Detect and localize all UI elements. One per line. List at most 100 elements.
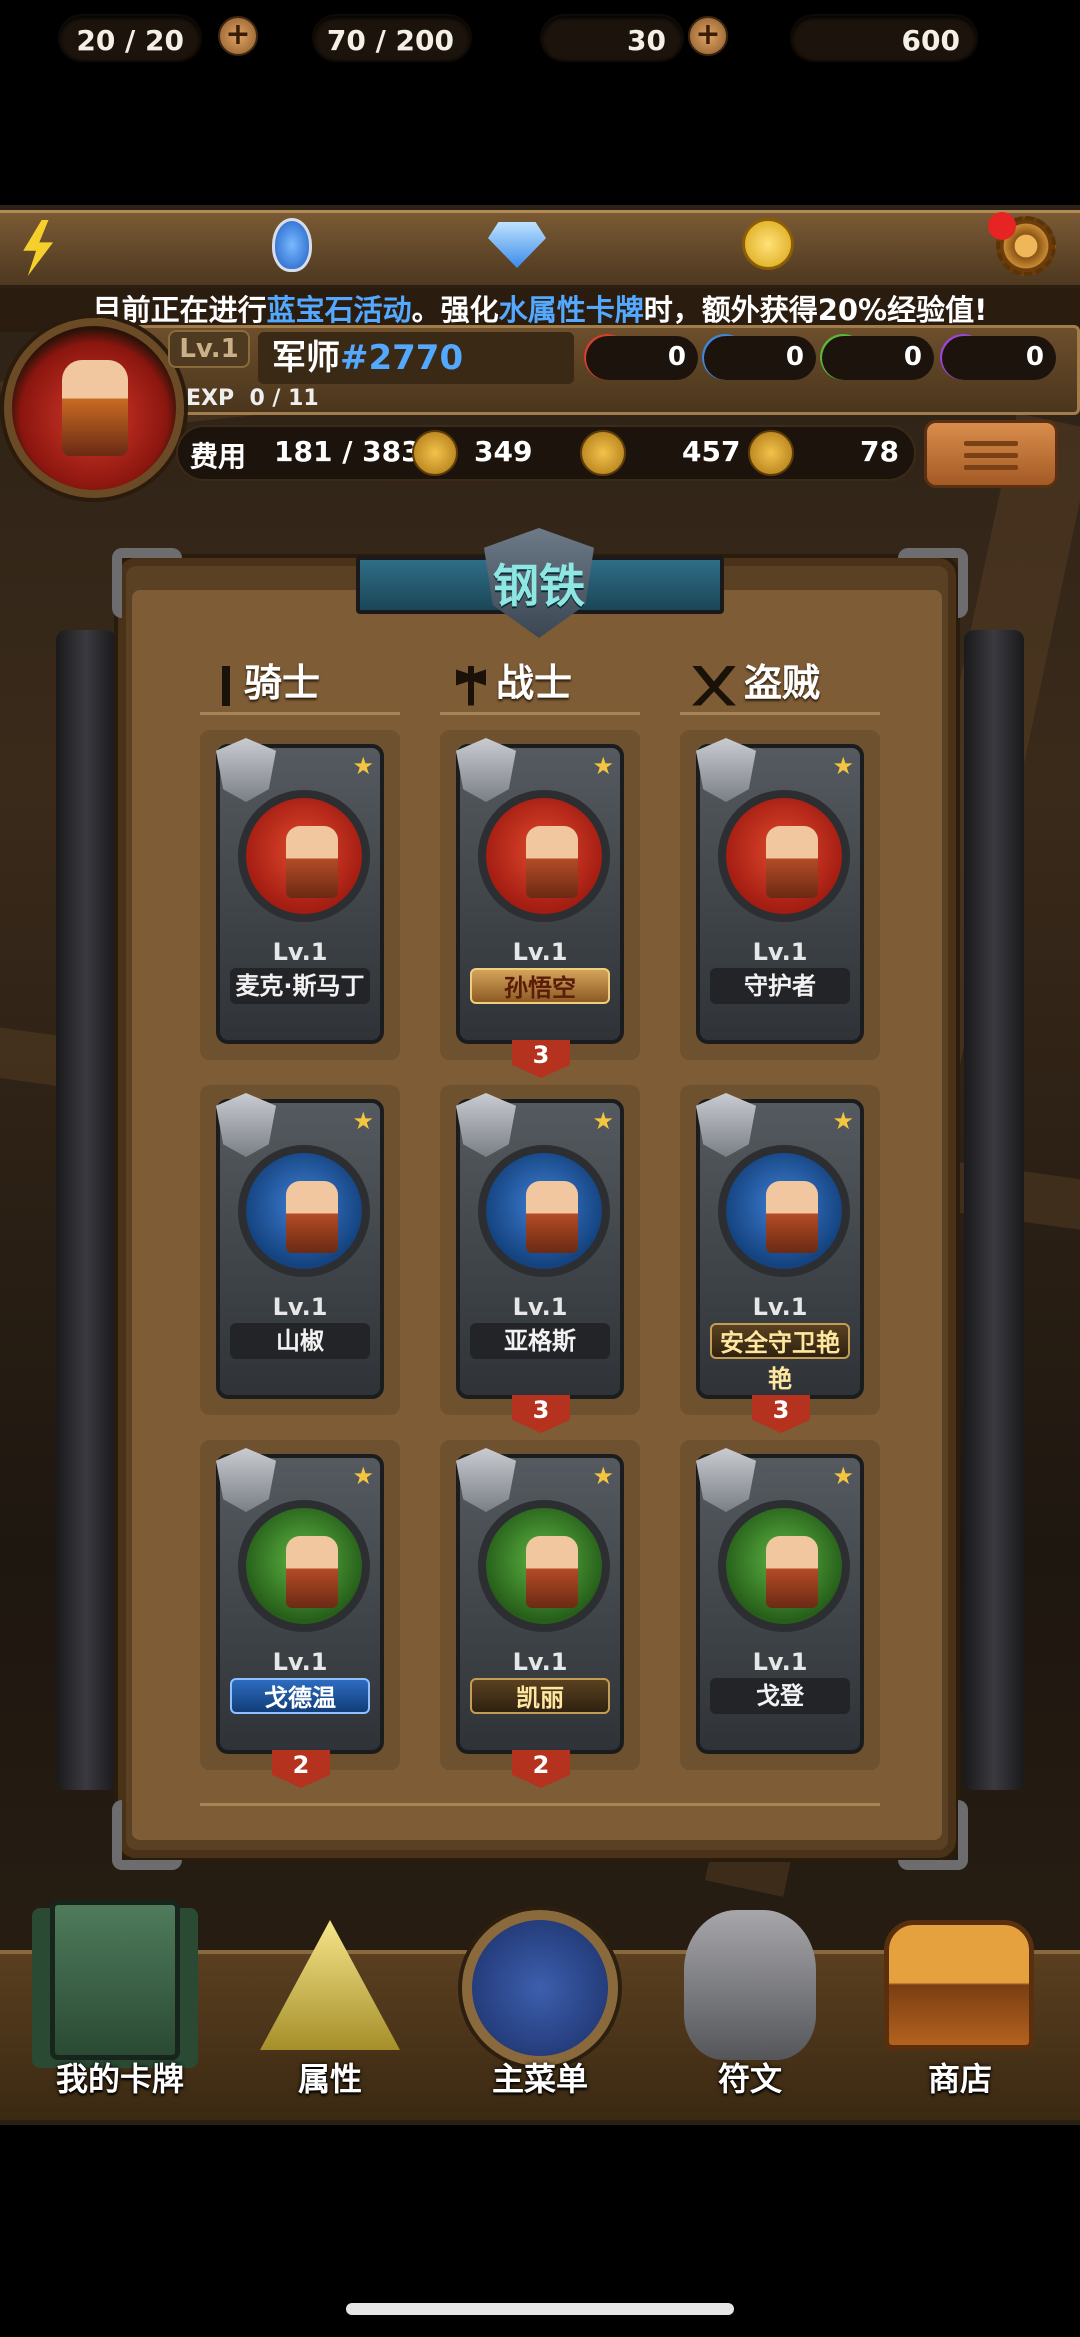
card-slot[interactable]: ★ Lv.1 戈德温 2 (200, 1440, 400, 1788)
hero-portrait (718, 1145, 850, 1277)
card-slot[interactable]: ★ Lv.1 凯丽 2 (440, 1440, 640, 1788)
card-slot[interactable]: ★ Lv.1 安全守卫艳艳 3 (680, 1085, 880, 1433)
card-name: 麦克·斯马丁 (230, 968, 370, 1004)
cost-value: 181 / 383 (274, 435, 421, 468)
star-icon: ★ (832, 752, 854, 780)
hero-portrait (478, 790, 610, 922)
resource-bar (0, 210, 1080, 288)
card-level: Lv.1 (752, 1293, 808, 1321)
hero-sprite (766, 1181, 818, 1253)
nav-main-menu[interactable]: 主菜单 (440, 1900, 640, 2100)
class-shield-icon (696, 1093, 756, 1157)
hero-card[interactable]: ★ Lv.1 孙悟空 (456, 738, 624, 1044)
player-level: Lv.1 (168, 330, 250, 368)
hero-sprite (766, 826, 818, 898)
column-divider (440, 712, 640, 715)
hero-sprite (526, 1181, 578, 1253)
add-energy-button[interactable]: + (218, 16, 258, 56)
hero-sprite (286, 1181, 338, 1253)
dark-element-count: 0 (942, 336, 1056, 380)
right-rail (964, 630, 1024, 1790)
card-slot[interactable]: ★ Lv.1 戈登 (680, 1440, 880, 1770)
card-slot[interactable]: ★ Lv.1 山椒 (200, 1085, 400, 1415)
hero-portrait (238, 1500, 370, 1632)
card-name: 守护者 (710, 968, 850, 1004)
add-gems-button[interactable]: + (688, 16, 728, 56)
card-level: Lv.1 (512, 1648, 568, 1676)
card-level: Lv.1 (752, 1648, 808, 1676)
hero-sprite (286, 1536, 338, 1608)
column-warrior-header: 战士 (456, 652, 572, 707)
hero-card[interactable]: ★ Lv.1 山椒 (216, 1093, 384, 1399)
nav-attributes[interactable]: 属性 (230, 1900, 430, 2100)
hero-sprite (286, 826, 338, 898)
heart-icon (580, 430, 626, 476)
class-shield-icon (696, 738, 756, 802)
hero-portrait (478, 1145, 610, 1277)
energy-display: 20 / 20 (58, 14, 202, 62)
home-indicator[interactable] (346, 2303, 734, 2315)
nav-my-cards[interactable]: 我的卡牌 (20, 1900, 220, 2100)
coin-icon (742, 218, 794, 270)
class-shield-icon (216, 1448, 276, 1512)
hero-card[interactable]: ★ Lv.1 安全守卫艳艳 (696, 1093, 864, 1399)
class-shield-icon (696, 1448, 756, 1512)
player-avatar[interactable] (4, 318, 184, 498)
hero-sprite (766, 1536, 818, 1608)
star-icon: ★ (592, 1462, 614, 1490)
hero-card[interactable]: ★ Lv.1 亚格斯 (456, 1093, 624, 1399)
nav-runes[interactable]: 符文 (650, 1900, 850, 2100)
hero-portrait (238, 1145, 370, 1277)
card-name: 安全守卫艳艳 (710, 1323, 850, 1393)
card-name: 孙悟空 (470, 968, 610, 1004)
class-shield-icon (456, 738, 516, 802)
card-level: Lv.1 (272, 1293, 328, 1321)
hero-card[interactable]: ★ Lv.1 麦克·斯马丁 (216, 738, 384, 1044)
pyramid-icon (260, 1920, 400, 2050)
card-level: Lv.1 (272, 938, 328, 966)
hero-card[interactable]: ★ Lv.1 凯丽 (456, 1448, 624, 1754)
card-name: 凯丽 (470, 1678, 610, 1714)
hero-portrait (238, 790, 370, 922)
rune-stone-icon (684, 1910, 816, 2060)
daggers-icon (692, 665, 736, 706)
class-shield-icon (216, 1093, 276, 1157)
gem-display: 30 (540, 14, 684, 62)
heal-cross-icon (748, 430, 794, 476)
hp-value: 457 (682, 435, 741, 468)
star-icon: ★ (592, 1107, 614, 1135)
hero-card[interactable]: ★ Lv.1 戈德温 (216, 1448, 384, 1754)
card-level: Lv.1 (752, 938, 808, 966)
column-knight-header: 骑士 (222, 652, 320, 707)
card-level: Lv.1 (512, 938, 568, 966)
star-icon: ★ (832, 1107, 854, 1135)
hero-portrait (478, 1500, 610, 1632)
card-slot[interactable]: ★ Lv.1 麦克·斯马丁 (200, 730, 400, 1060)
card-level: Lv.1 (272, 1648, 328, 1676)
hero-card[interactable]: ★ Lv.1 戈登 (696, 1448, 864, 1754)
card-slot[interactable]: ★ Lv.1 守护者 (680, 730, 880, 1060)
star-icon: ★ (352, 1462, 374, 1490)
hamburger-menu-button[interactable] (924, 420, 1058, 488)
card-slot[interactable]: ★ Lv.1 孙悟空 3 (440, 730, 640, 1078)
hero-sprite (526, 826, 578, 898)
column-divider (200, 712, 400, 715)
class-shield-icon (216, 738, 276, 802)
attack-value: 349 (474, 435, 533, 468)
cost-label: 费用 (190, 440, 247, 473)
treasure-chest-icon (884, 1920, 1034, 2050)
hero-sprite (526, 1536, 578, 1608)
cards-icon (50, 1900, 180, 2060)
star-icon: ★ (592, 752, 614, 780)
card-slot[interactable]: ★ Lv.1 亚格斯 3 (440, 1085, 640, 1433)
player-name[interactable]: 军师#2770 (258, 332, 574, 384)
star-icon: ★ (832, 1462, 854, 1490)
potion-icon (272, 218, 312, 272)
fire-element-count: 0 (586, 336, 698, 380)
nav-shop[interactable]: 商店 (860, 1900, 1060, 2100)
main-menu-emblem-icon (462, 1910, 618, 2066)
card-name: 戈登 (710, 1678, 850, 1714)
heal-value: 78 (860, 435, 899, 468)
hero-card[interactable]: ★ Lv.1 守护者 (696, 738, 864, 1044)
card-name: 山椒 (230, 1323, 370, 1359)
